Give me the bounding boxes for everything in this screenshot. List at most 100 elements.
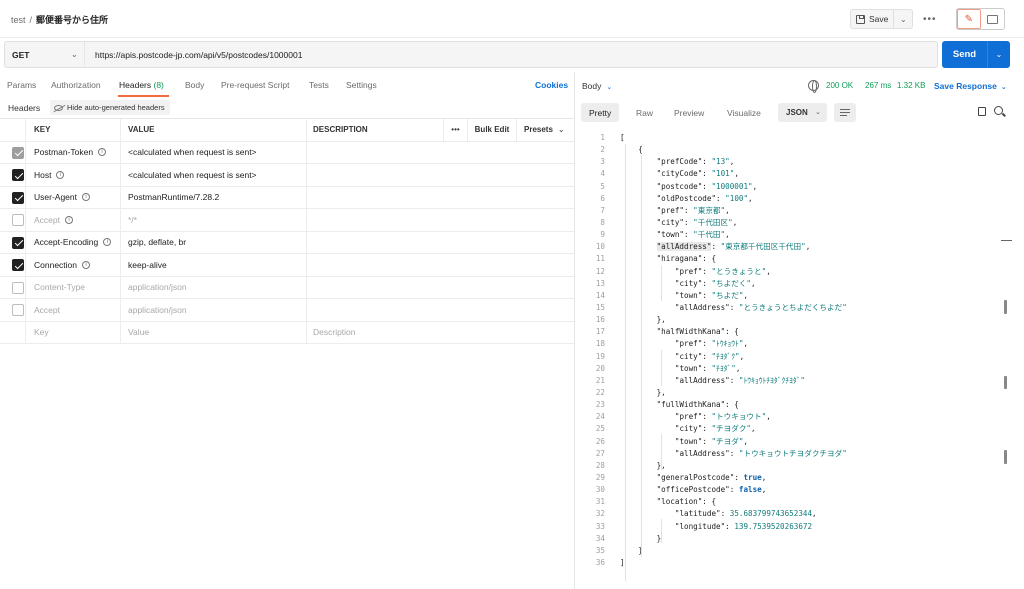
header-description-cell[interactable]	[307, 254, 444, 276]
line-number: 30	[595, 485, 605, 495]
tab-pre-request-script[interactable]: Pre-request Script	[221, 80, 290, 90]
save-response-label: Save Response	[934, 81, 997, 91]
response-code-view[interactable]: 1[2 {3 "prefCode": "13", 4 "cityCode": "1…	[575, 132, 1024, 569]
search-icon[interactable]	[994, 106, 1003, 115]
save-response-button[interactable]: Save Response ⌄	[934, 81, 1007, 91]
header-key: Postman-Token	[34, 147, 94, 158]
info-icon[interactable]: i	[65, 215, 73, 224]
copy-icon[interactable]	[976, 105, 986, 116]
code-text: "longitude": 139.7539520263672	[674, 521, 813, 531]
view-pretty[interactable]: Pretty	[581, 103, 620, 122]
info-icon[interactable]: i	[82, 193, 90, 202]
info-icon[interactable]: i	[82, 260, 91, 269]
header-enabled-checkbox[interactable]	[12, 304, 24, 316]
header-key-cell[interactable]: Connection i	[26, 254, 121, 276]
header-key-cell[interactable]: Postman-Token i	[26, 141, 121, 163]
tab-headers[interactable]: Headers (8)	[119, 80, 164, 90]
info-icon[interactable]: i	[98, 148, 107, 157]
save-button[interactable]: Save	[851, 10, 895, 28]
header-key-cell[interactable]: Accept-Encoding i	[26, 231, 121, 253]
bulk-edit-button[interactable]: Bulk Edit	[468, 119, 517, 141]
edit-mode-pencil-icon[interactable]: ✎	[957, 9, 981, 29]
header-description-cell[interactable]	[307, 299, 444, 321]
cookies-link[interactable]: Cookies	[535, 80, 568, 90]
view-raw[interactable]: Raw	[628, 103, 661, 122]
url-input[interactable]	[85, 42, 937, 67]
send-button-group: Send ⌄	[942, 41, 1010, 68]
tab-params[interactable]: Params	[7, 80, 36, 90]
response-size[interactable]: 1.32 KB	[897, 81, 925, 90]
new-value-input[interactable]: Value	[121, 321, 307, 343]
line-number: 34	[595, 533, 605, 543]
header-value-cell[interactable]: application/json	[121, 276, 307, 298]
header-description-cell[interactable]	[307, 232, 444, 254]
presets-chevron-down-icon: ⌄	[557, 125, 565, 135]
response-body-label: Body	[582, 81, 602, 91]
header-description-cell[interactable]	[307, 277, 444, 299]
header-enabled-checkbox[interactable]	[12, 146, 24, 159]
scrollbar-marker[interactable]	[1004, 376, 1007, 389]
header-value-cell[interactable]: PostmanRuntime/7.28.2	[121, 186, 307, 208]
header-enabled-checkbox[interactable]	[12, 281, 24, 294]
line-number: 16	[595, 315, 605, 325]
header-key-cell[interactable]: Host i	[26, 164, 121, 186]
tab-body[interactable]: Body	[185, 80, 204, 90]
header-description-cell[interactable]	[307, 187, 444, 209]
info-icon[interactable]: i	[56, 170, 65, 179]
response-body-dropdown[interactable]: Body ⌄	[582, 81, 612, 91]
send-button[interactable]: Send	[942, 41, 988, 68]
headers-toolbar: Headers Hide auto-generated headers	[0, 98, 574, 118]
scrollbar-marker[interactable]	[1004, 300, 1007, 314]
tab-tests[interactable]: Tests	[309, 80, 329, 90]
response-time[interactable]: 267 ms	[865, 81, 891, 90]
network-globe-icon[interactable]	[808, 80, 819, 93]
presets-dropdown[interactable]: Presets ⌄	[517, 119, 574, 141]
header-value-cell[interactable]: */*	[121, 209, 307, 231]
tab-authorization[interactable]: Authorization	[51, 80, 101, 90]
header-enabled-checkbox[interactable]	[12, 191, 24, 204]
info-icon[interactable]: i	[103, 238, 112, 247]
header-enabled-checkbox[interactable]	[12, 214, 24, 226]
documentation-mode-icon[interactable]	[981, 9, 1004, 29]
line-number: 13	[595, 278, 605, 288]
header-enabled-checkbox[interactable]	[12, 259, 24, 271]
breadcrumb-parent[interactable]: test	[11, 15, 26, 25]
wrap-lines-icon[interactable]	[834, 103, 856, 122]
code-line: 12 "pref": "とうきょうと",	[575, 266, 1024, 278]
scrollbar-marker[interactable]	[1004, 450, 1007, 464]
tab-settings[interactable]: Settings	[346, 80, 377, 90]
status-code[interactable]: 200 OK	[826, 81, 853, 90]
header-description-cell[interactable]	[307, 164, 444, 186]
header-enabled-checkbox[interactable]	[12, 169, 24, 181]
header-value-cell[interactable]: application/json	[121, 299, 307, 321]
header-enabled-checkbox[interactable]	[12, 236, 24, 249]
format-select[interactable]: JSON ⌄	[778, 103, 827, 122]
header-description-cell[interactable]	[307, 209, 444, 231]
header-key-cell[interactable]: User-Agent i	[26, 186, 121, 208]
hide-auto-generated-button[interactable]: Hide auto-generated headers	[50, 100, 170, 115]
save-options-chevron-down-icon[interactable]: ⌄	[894, 10, 912, 28]
header-key-cell[interactable]: Accept i	[26, 209, 121, 231]
code-line: 7 "pref": "東京都",	[575, 205, 1024, 217]
header-description-cell[interactable]	[307, 142, 444, 164]
code-line: 21 "allAddress": "ﾄｳｷｮｳﾄﾁﾖﾀﾞｸﾁﾖﾀﾞ"	[575, 375, 1024, 387]
header-value-cell[interactable]: gzip, deflate, br	[121, 231, 307, 253]
code-line: 5 "postcode": "1000001",	[575, 181, 1024, 193]
header-key-cell[interactable]: Content-Type	[26, 276, 121, 298]
header-value-cell[interactable]: keep-alive	[121, 254, 307, 276]
column-options-button[interactable]: •••	[444, 119, 468, 141]
view-visualize[interactable]: Visualize	[719, 103, 769, 122]
header-value-cell[interactable]: <calculated when request is sent>	[121, 164, 307, 186]
new-description-input[interactable]: Description	[307, 322, 444, 344]
header-value-cell[interactable]: <calculated when request is sent>	[121, 141, 307, 163]
pane-edge-marker	[1001, 240, 1012, 241]
code-text: "town": "チヨダ",	[674, 436, 748, 446]
code-line: 36]	[575, 557, 1024, 569]
send-options-chevron-down-icon[interactable]: ⌄	[988, 41, 1010, 68]
method-select[interactable]: GET ⌄	[5, 42, 85, 67]
more-actions-button[interactable]: •••	[923, 14, 937, 25]
request-name[interactable]: 郵便番号から住所	[36, 15, 108, 25]
new-key-input[interactable]: Key	[26, 321, 121, 343]
header-key-cell[interactable]: Accept	[26, 299, 121, 321]
view-preview[interactable]: Preview	[666, 103, 712, 122]
